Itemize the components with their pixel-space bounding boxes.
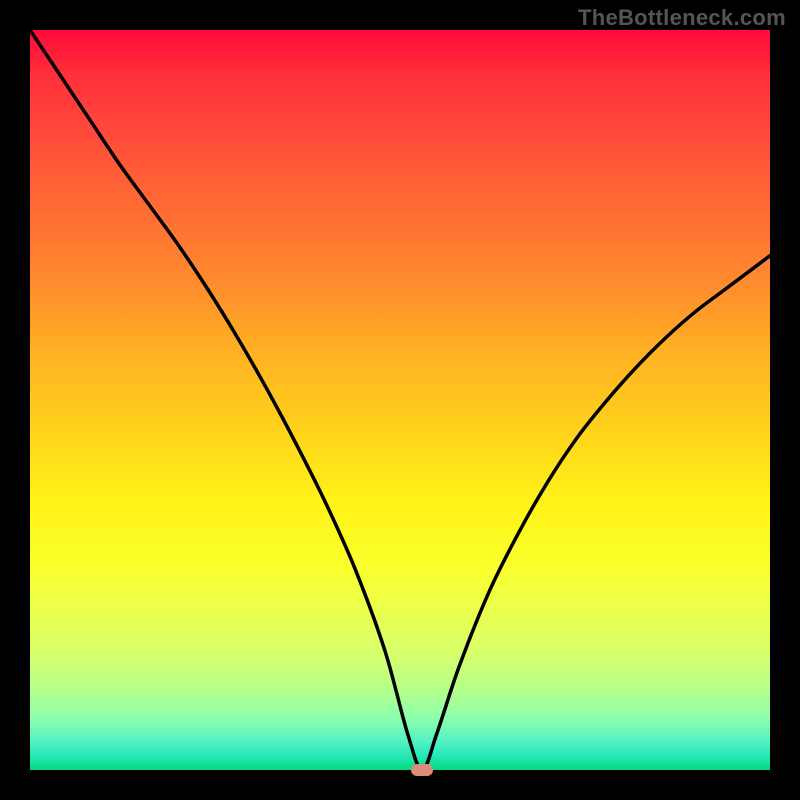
chart-frame: TheBottleneck.com: [0, 0, 800, 800]
plot-area: [30, 30, 770, 770]
optimal-balance-marker: [411, 764, 433, 776]
bottleneck-curve: [30, 30, 770, 770]
watermark-text: TheBottleneck.com: [578, 5, 786, 31]
